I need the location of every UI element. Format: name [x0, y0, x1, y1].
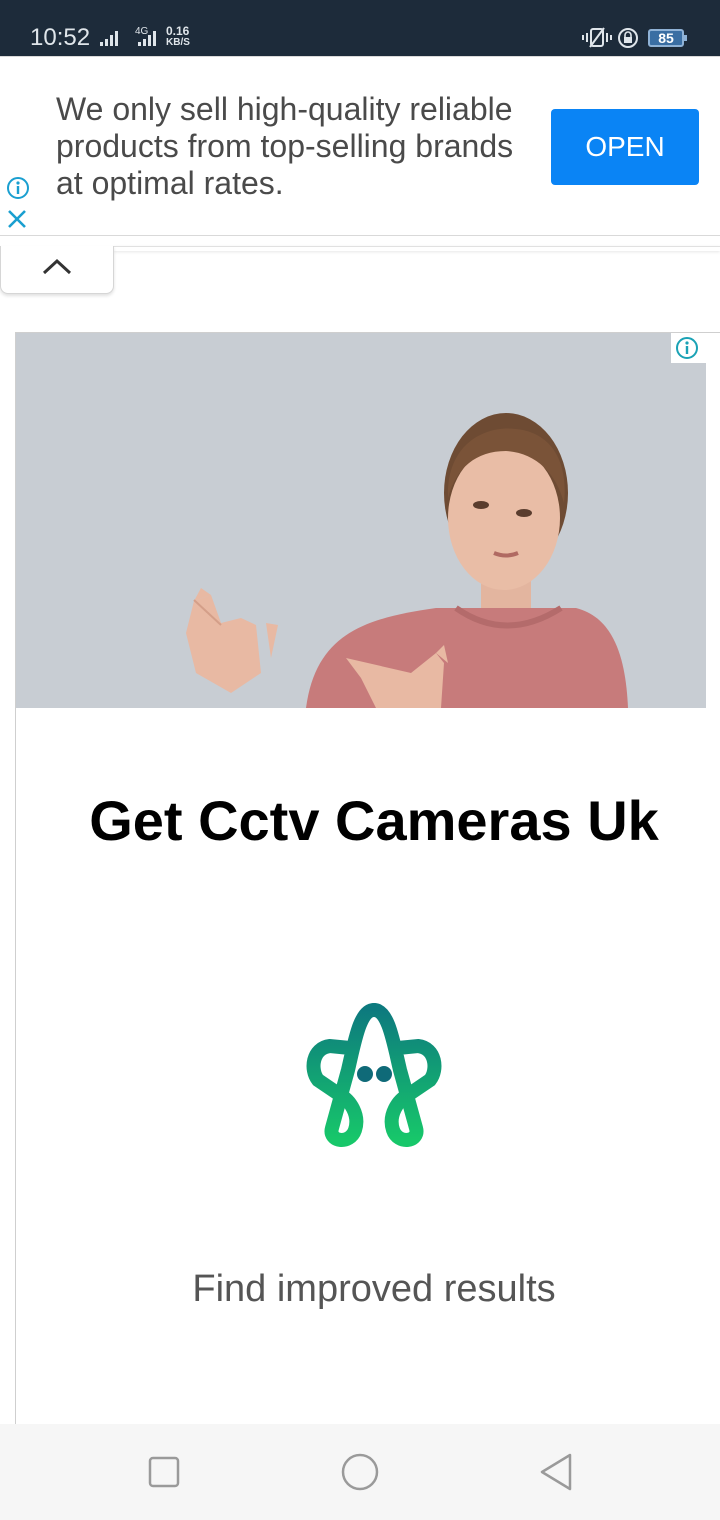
ad-image[interactable]	[16, 333, 706, 708]
signal-4g-icon	[138, 30, 156, 46]
rotation-lock-icon	[618, 28, 638, 48]
ad-headline[interactable]: Get Cctv Cameras Uk	[16, 786, 720, 856]
collapse-divider	[114, 246, 720, 251]
ad-subtext[interactable]: Find improved results	[16, 1266, 720, 1312]
ad-close-icon[interactable]	[6, 208, 28, 230]
navigation-bar	[0, 1424, 720, 1520]
vibrate-icon	[582, 27, 612, 48]
collapse-toggle[interactable]	[0, 246, 114, 294]
top-banner-ad[interactable]: We only sell high-quality reliable produ…	[0, 56, 720, 236]
top-ad-text[interactable]: We only sell high-quality reliable produ…	[56, 91, 536, 202]
speed-unit: KB/S	[166, 37, 190, 48]
network-speed: 0.16 KB/S	[166, 25, 190, 49]
brand-logo[interactable]	[300, 1000, 448, 1150]
signal-icon	[100, 30, 118, 46]
home-icon[interactable]	[340, 1452, 380, 1492]
status-time: 10:52	[30, 24, 91, 51]
recent-apps-icon[interactable]	[148, 1456, 180, 1488]
open-button[interactable]: OPEN	[551, 109, 699, 185]
back-icon[interactable]	[538, 1452, 574, 1492]
status-bar: 10:52 4G 0.16 KB/S 85	[0, 0, 720, 56]
ad-badge-icon[interactable]	[671, 333, 706, 363]
speed-value: 0.16	[166, 24, 190, 38]
chevron-up-icon[interactable]	[41, 256, 73, 276]
ad-info-icon[interactable]	[6, 176, 30, 200]
battery-icon: 85	[648, 29, 687, 47]
